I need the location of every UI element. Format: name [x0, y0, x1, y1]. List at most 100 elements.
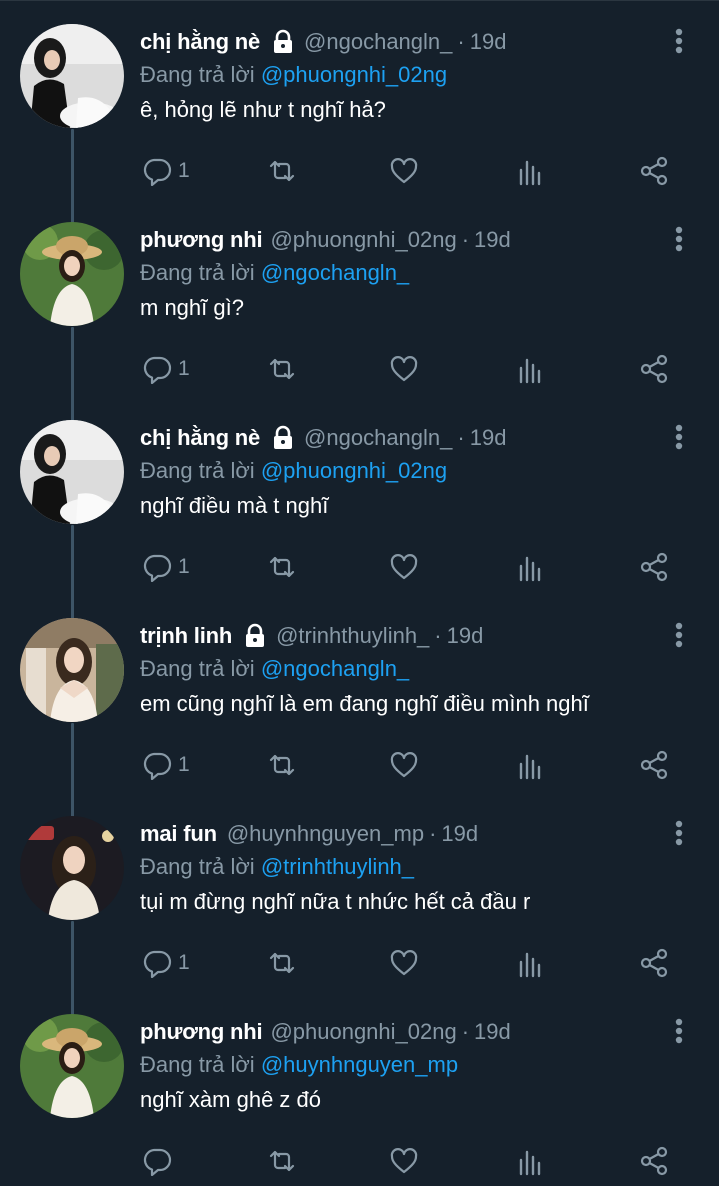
more-vertical-icon	[675, 226, 683, 252]
replying-to: Đang trả lời @phuongnhi_02ng	[140, 455, 699, 487]
avatar[interactable]	[20, 618, 124, 722]
avatar[interactable]	[20, 1014, 124, 1118]
avatar[interactable]	[20, 24, 124, 128]
separator: ·	[429, 821, 437, 846]
retweet-button[interactable]	[267, 1143, 297, 1179]
timestamp[interactable]: 19d	[447, 623, 484, 649]
separator: ·	[461, 227, 470, 252]
timestamp[interactable]: 19d	[470, 425, 507, 451]
reply-button[interactable]: 1	[142, 549, 190, 585]
tweet[interactable]: phương nhi @phuongnhi_02ng · 19d Đang tr…	[0, 991, 719, 1186]
share-icon	[640, 750, 668, 780]
avatar[interactable]	[20, 816, 124, 920]
display-name[interactable]: chị hằng nè	[140, 29, 260, 55]
views-button[interactable]	[516, 549, 546, 585]
replying-to-mention[interactable]: @huynhnguyen_mp	[261, 1052, 458, 1077]
views-button[interactable]	[516, 351, 546, 387]
views-button[interactable]	[516, 945, 546, 981]
retweet-button[interactable]	[267, 351, 297, 387]
avatar-image	[20, 420, 124, 524]
username[interactable]: @trinhthuylinh_	[276, 623, 429, 649]
like-button[interactable]	[389, 945, 419, 981]
replying-to-mention[interactable]: @phuongnhi_02ng	[261, 458, 447, 483]
share-button[interactable]	[639, 1143, 669, 1179]
timestamp[interactable]: 19d	[441, 821, 478, 847]
display-name[interactable]: phương nhi	[140, 227, 263, 253]
more-button[interactable]	[659, 421, 699, 453]
replying-to-mention[interactable]: @ngochangln_	[261, 656, 409, 681]
share-button[interactable]	[639, 153, 669, 189]
tweet-actions: 1	[140, 153, 680, 189]
tweet[interactable]: phương nhi @phuongnhi_02ng · 19d Đang tr…	[0, 199, 719, 421]
more-button[interactable]	[659, 25, 699, 57]
like-button[interactable]	[389, 351, 419, 387]
share-button[interactable]	[639, 945, 669, 981]
share-icon	[640, 1146, 668, 1176]
timestamp[interactable]: 19d	[470, 29, 507, 55]
more-vertical-icon	[675, 28, 683, 54]
tweet-actions: 1	[140, 549, 680, 585]
replying-to-mention[interactable]: @trinhthuylinh_	[261, 854, 414, 879]
reply-button[interactable]: 1	[142, 351, 190, 387]
retweet-icon	[269, 754, 295, 776]
thread-timeline: chị hằng nè @ngochangln_ · 19d Đang trả …	[0, 0, 719, 1186]
more-button[interactable]	[659, 619, 699, 651]
timestamp[interactable]: 19d	[474, 227, 511, 253]
analytics-icon	[519, 556, 541, 582]
replying-to-label: Đang trả lời	[140, 458, 255, 483]
more-button[interactable]	[659, 1015, 699, 1047]
like-button[interactable]	[389, 747, 419, 783]
tweet[interactable]: chị hằng nè @ngochangln_ · 19d Đang trả …	[0, 1, 719, 223]
retweet-icon	[269, 1150, 295, 1172]
avatar[interactable]	[20, 420, 124, 524]
share-button[interactable]	[639, 747, 669, 783]
retweet-button[interactable]	[267, 153, 297, 189]
username[interactable]: @phuongnhi_02ng	[270, 227, 456, 253]
retweet-button[interactable]	[267, 945, 297, 981]
like-button[interactable]	[389, 153, 419, 189]
like-button[interactable]	[389, 549, 419, 585]
display-name[interactable]: trịnh linh	[140, 623, 232, 649]
views-button[interactable]	[516, 153, 546, 189]
username[interactable]: @phuongnhi_02ng	[270, 1019, 456, 1045]
analytics-icon	[519, 1150, 541, 1176]
tweet[interactable]: trịnh linh @trinhthuylinh_ · 19d Đang tr…	[0, 595, 719, 817]
separator: ·	[457, 29, 465, 54]
replying-to: Đang trả lời @huynhnguyen_mp	[140, 1049, 699, 1081]
reply-count: 1	[178, 159, 190, 182]
separator: ·	[457, 425, 465, 450]
reply-button[interactable]: 1	[142, 945, 190, 981]
reply-button[interactable]: 1	[142, 153, 190, 189]
like-button[interactable]	[389, 1143, 419, 1179]
share-icon	[640, 354, 668, 384]
retweet-icon	[269, 358, 295, 380]
username[interactable]: @huynhnguyen_mp	[227, 821, 424, 847]
avatar[interactable]	[20, 222, 124, 326]
replying-to-mention[interactable]: @phuongnhi_02ng	[261, 62, 447, 87]
timestamp[interactable]: 19d	[474, 1019, 511, 1045]
tweet[interactable]: chị hằng nè @ngochangln_ · 19d Đang trả …	[0, 397, 719, 619]
reply-button[interactable]	[142, 1143, 178, 1179]
more-button[interactable]	[659, 223, 699, 255]
retweet-button[interactable]	[267, 747, 297, 783]
tweet[interactable]: mai fun @huynhnguyen_mp · 19d Đang trả l…	[0, 793, 719, 1015]
more-button[interactable]	[659, 817, 699, 849]
replying-to-label: Đang trả lời	[140, 1052, 255, 1077]
retweet-button[interactable]	[267, 549, 297, 585]
tweet-actions: 1	[140, 945, 680, 981]
tweet-text: ê, hỏng lẽ như t nghĩ hả?	[140, 97, 386, 122]
username[interactable]: @ngochangln_	[304, 29, 452, 55]
display-name[interactable]: phương nhi	[140, 1019, 263, 1045]
display-name[interactable]: chị hằng nè	[140, 425, 260, 451]
views-button[interactable]	[516, 747, 546, 783]
replying-to-mention[interactable]: @ngochangln_	[261, 260, 409, 285]
share-button[interactable]	[639, 549, 669, 585]
tweet-actions	[140, 1143, 680, 1179]
reply-button[interactable]: 1	[142, 747, 190, 783]
separator: ·	[434, 623, 442, 648]
username[interactable]: @ngochangln_	[304, 425, 452, 451]
views-button[interactable]	[516, 1143, 546, 1179]
share-button[interactable]	[639, 351, 669, 387]
retweet-icon	[269, 160, 295, 182]
display-name[interactable]: mai fun	[140, 821, 217, 847]
